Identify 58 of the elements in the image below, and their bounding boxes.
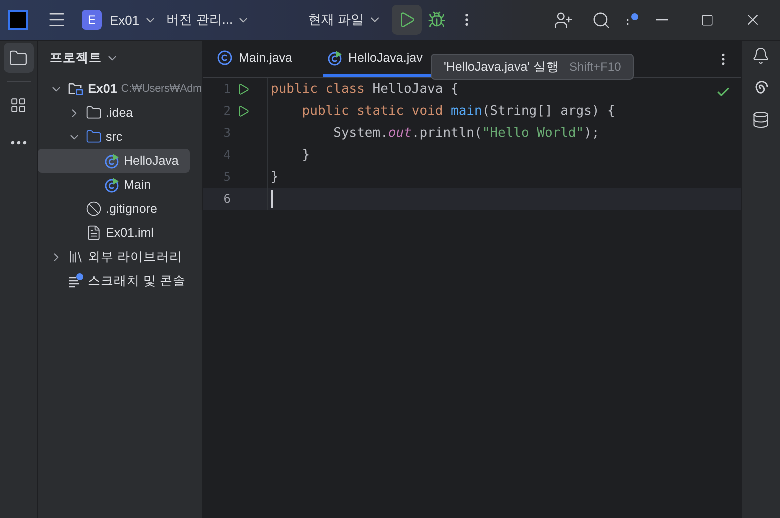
text-caret <box>271 190 273 208</box>
run-class-icon <box>104 177 120 193</box>
run-class-icon <box>104 153 120 169</box>
tree-item[interactable]: 스크래치 및 콘솔 <box>38 269 190 293</box>
code-token: .println( <box>412 126 482 140</box>
database-icon[interactable] <box>752 111 770 129</box>
run-icon[interactable] <box>237 104 250 118</box>
code-token: ); <box>584 126 600 140</box>
run-config-menu[interactable]: 현재 파일 <box>308 11 364 29</box>
run-class-icon <box>326 50 342 66</box>
scratch-icon <box>68 273 84 289</box>
line-number: 6 <box>222 192 231 206</box>
code-token: public class <box>271 82 366 96</box>
maximize-icon <box>700 14 714 26</box>
tree-item[interactable]: Ex01 C:₩Users₩Adm <box>38 77 202 101</box>
path-hint: C:₩Users₩Adm <box>121 83 202 95</box>
code-token: public static void <box>301 104 444 118</box>
code-token: out <box>388 126 412 140</box>
more-icon <box>10 141 26 145</box>
editor-tab[interactable]: Main.java <box>213 41 304 77</box>
module-folder-icon <box>68 81 84 97</box>
ignored-file-icon <box>86 201 102 217</box>
panel-title[interactable]: 프로젝트 <box>50 50 102 66</box>
folder-icon <box>86 105 102 121</box>
project-tool-button[interactable] <box>4 43 34 73</box>
code-token: main <box>451 104 482 118</box>
settings-update-icon[interactable] <box>626 13 640 27</box>
app-logo[interactable] <box>8 10 28 30</box>
minimize-icon <box>656 19 668 21</box>
tooltip-text: 'HelloJava.java' 실행 <box>444 58 560 76</box>
tree-item[interactable]: Ex01.iml <box>38 221 190 245</box>
tree-item[interactable]: .idea <box>38 101 190 125</box>
shortcut-text: Shift+F10 <box>570 60 622 74</box>
code-token: (String[] args) { <box>482 104 616 118</box>
folder-icon <box>9 48 28 68</box>
tree-item[interactable]: src <box>38 125 190 149</box>
bug-icon <box>428 11 446 29</box>
tree-item[interactable]: 외부 라이브러리 <box>38 245 190 269</box>
folder-icon <box>86 129 102 145</box>
tree-item[interactable]: .gitignore <box>38 197 190 221</box>
tree-item[interactable]: HelloJava <box>38 149 190 173</box>
code-token: } <box>301 148 310 162</box>
code-token: } <box>271 170 279 184</box>
code-token: "Hello World" <box>482 126 584 140</box>
file-icon <box>86 225 102 241</box>
run-icon[interactable] <box>237 82 250 96</box>
library-icon <box>68 249 84 265</box>
vcs-menu[interactable]: 버전 관리... <box>166 11 234 29</box>
run-button[interactable] <box>392 5 422 35</box>
notifications-icon[interactable] <box>752 47 770 65</box>
play-icon <box>398 11 416 29</box>
project-badge: E <box>82 10 102 30</box>
tree-item[interactable]: Main <box>38 173 190 197</box>
code-token: System. <box>332 126 388 140</box>
code-token: HelloJava { <box>372 82 459 96</box>
grid-icon <box>10 96 27 114</box>
class-icon <box>217 50 233 66</box>
project-name[interactable]: Ex01 <box>110 12 140 28</box>
